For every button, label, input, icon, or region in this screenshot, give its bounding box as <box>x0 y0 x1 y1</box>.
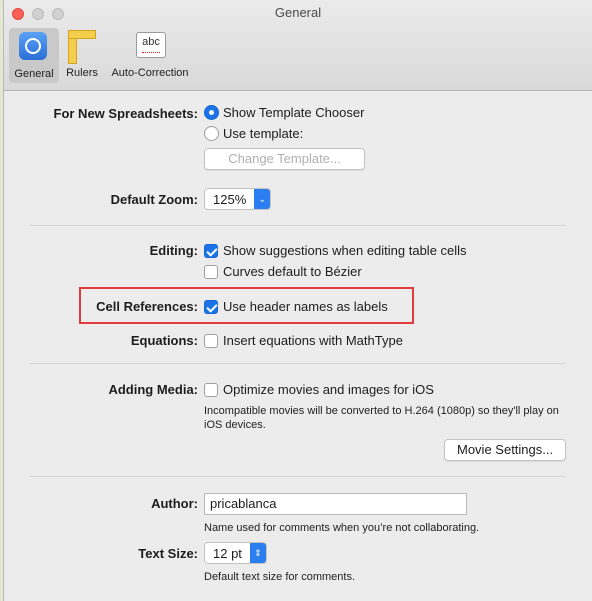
media-conversion-note: Incompatible movies will be converted to… <box>204 405 559 431</box>
header-names-checkbox[interactable]: Use header names as labels <box>204 299 388 314</box>
ruler-icon-horizontal <box>68 30 96 39</box>
default-zoom-value: 125% <box>213 191 247 207</box>
toolbar-general-label: General <box>14 68 54 80</box>
preferences-window: General General Rulers abc Auto-Correcti… <box>3 0 592 601</box>
section-divider <box>30 363 566 364</box>
header-names-label: Use header names as labels <box>223 299 388 314</box>
curves-bezier-checkbox[interactable]: Curves default to Bézier <box>204 264 362 279</box>
author-input[interactable]: pricablanca <box>204 493 467 515</box>
text-size-label: Text Size: <box>138 546 198 561</box>
gear-icon <box>19 32 47 60</box>
default-zoom-label: Default Zoom: <box>110 192 198 207</box>
text-size-stepper[interactable]: 12 pt ⇕ <box>204 542 267 564</box>
abc-icon-text: abc <box>142 36 160 48</box>
author-label: Author: <box>151 496 198 511</box>
window-title: General <box>274 5 322 20</box>
change-template-button[interactable]: Change Template... <box>204 148 365 170</box>
use-template-label: Use template: <box>223 126 304 141</box>
toolbar-autocorrection-tab[interactable]: abc Auto-Correction <box>104 30 196 85</box>
title-bar: General General Rulers abc Auto-Correcti… <box>4 0 592 91</box>
toolbar-rulers-label: Rulers <box>66 67 98 79</box>
checkbox-checked-icon <box>204 243 218 258</box>
show-template-chooser-label: Show Template Chooser <box>223 105 365 120</box>
adding-media-label: Adding Media: <box>108 382 198 397</box>
curves-bezier-label: Curves default to Bézier <box>223 264 362 279</box>
use-template-radio[interactable]: Use template: <box>204 126 303 141</box>
movie-settings-button[interactable]: Movie Settings... <box>444 439 567 461</box>
checkbox-checked-icon <box>204 299 218 314</box>
radio-off-icon <box>204 126 219 141</box>
toolbar-general-tab[interactable]: General <box>9 28 59 83</box>
checkbox-unchecked-icon <box>204 382 218 397</box>
mathtype-label: Insert equations with MathType <box>223 333 403 348</box>
section-divider <box>30 476 566 477</box>
general-preferences-pane: For New Spreadsheets: Show Template Choo… <box>4 91 592 601</box>
stepper-arrows-icon: ⇕ <box>249 543 266 563</box>
checkbox-unchecked-icon <box>204 264 218 279</box>
section-divider <box>30 225 566 226</box>
default-zoom-popup[interactable]: 125% ⌄ <box>204 188 272 210</box>
text-size-value: 12 pt <box>213 545 242 561</box>
editing-label: Editing: <box>149 243 198 258</box>
radio-on-icon <box>204 105 219 120</box>
cell-references-label: Cell References: <box>96 299 198 314</box>
text-size-note: Default text size for comments. <box>204 571 355 583</box>
optimize-media-label: Optimize movies and images for iOS <box>223 382 434 397</box>
toolbar-autocorrection-label: Auto-Correction <box>111 67 189 79</box>
show-suggestions-label: Show suggestions when editing table cell… <box>223 243 467 258</box>
toolbar-rulers-tab[interactable]: Rulers <box>64 30 100 85</box>
checkbox-unchecked-icon <box>204 333 218 348</box>
show-template-chooser-radio[interactable]: Show Template Chooser <box>204 105 364 120</box>
spreadsheets-label: For New Spreadsheets: <box>53 106 199 121</box>
equations-label: Equations: <box>130 333 198 348</box>
chevron-down-icon: ⌄ <box>254 189 271 209</box>
author-note: Name used for comments when you’re not c… <box>204 522 480 534</box>
optimize-media-checkbox[interactable]: Optimize movies and images for iOS <box>204 382 434 397</box>
spellcheck-icon: abc <box>136 32 166 58</box>
show-suggestions-checkbox[interactable]: Show suggestions when editing table cell… <box>204 243 467 258</box>
mathtype-checkbox[interactable]: Insert equations with MathType <box>204 333 403 348</box>
